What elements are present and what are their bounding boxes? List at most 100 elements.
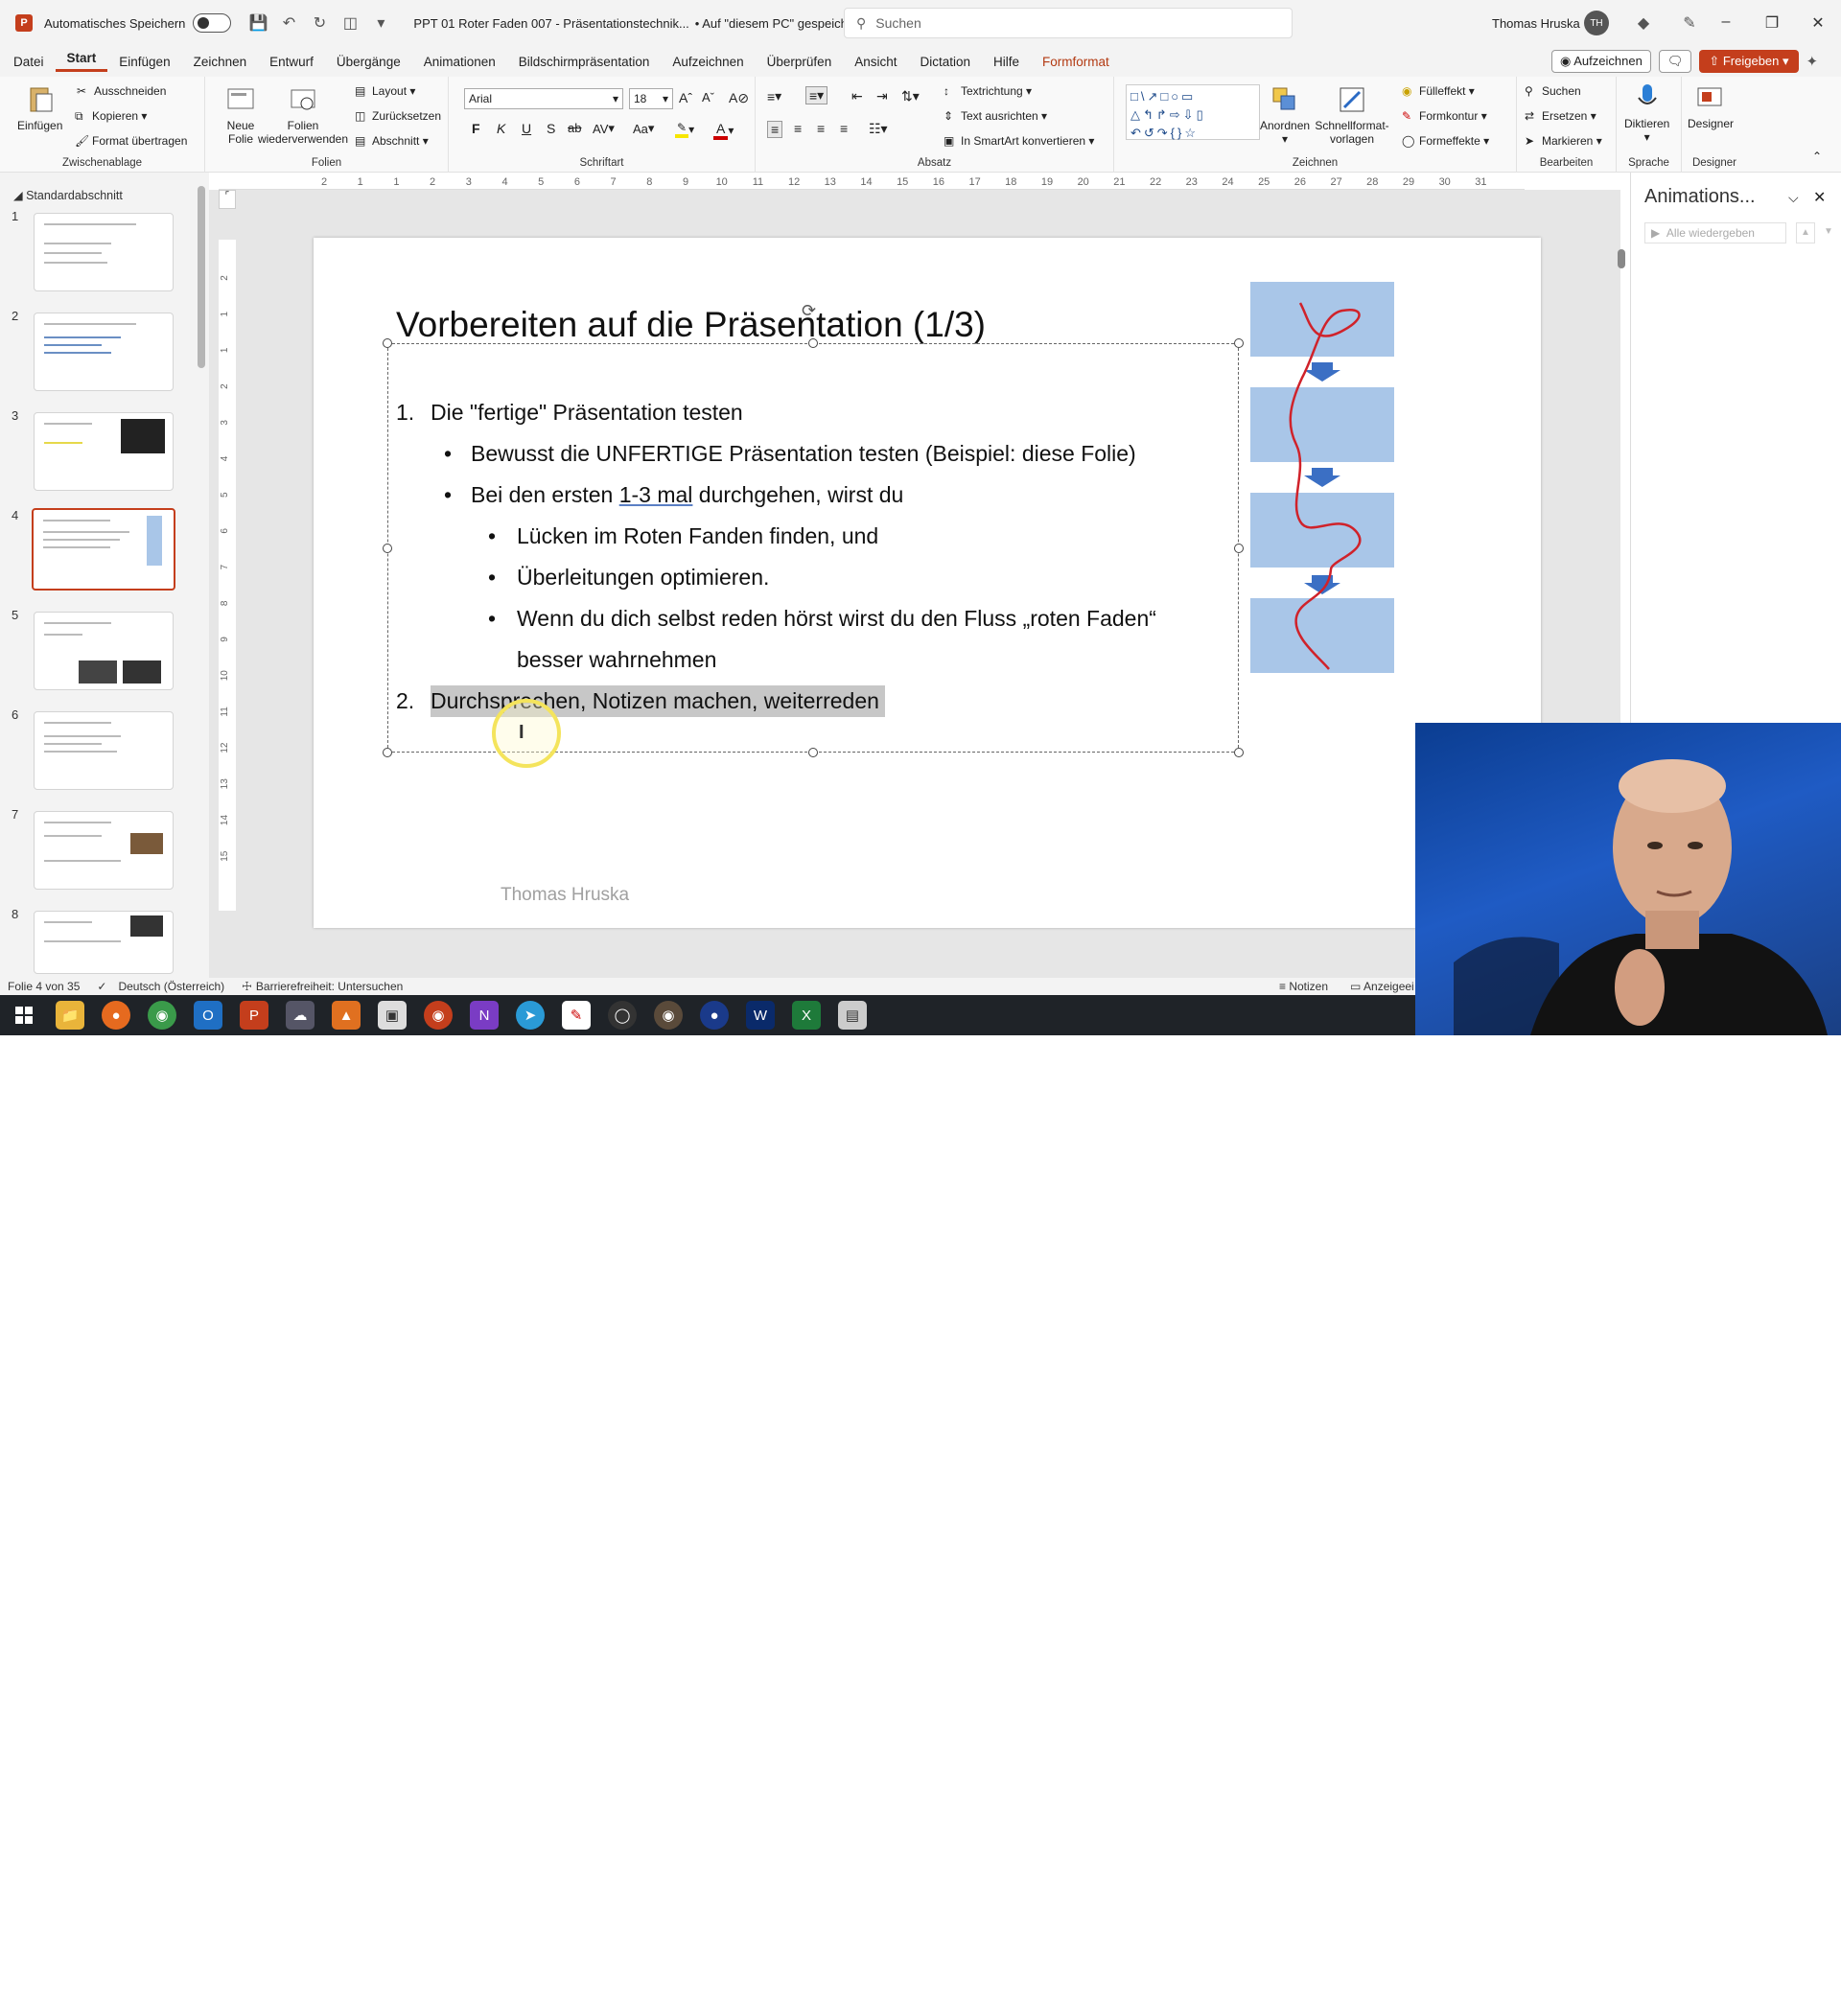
- vertical-ruler[interactable]: 2 1 1 2 3 4 5 6 7 8 9 10 11 12 13 14 15: [219, 240, 236, 911]
- slide-title[interactable]: Vorbereiten auf die Präsentation (1/3): [396, 305, 986, 345]
- tab-ansicht[interactable]: Ansicht: [843, 55, 908, 69]
- shape-fill-button[interactable]: ◉ Fülleffekt ▾: [1402, 84, 1475, 98]
- display-settings-button[interactable]: ▭ Anzeigeei: [1350, 980, 1414, 993]
- resize-handle[interactable]: [1234, 544, 1244, 553]
- slide-thumbnail[interactable]: [34, 911, 174, 974]
- bullets-button[interactable]: ≡ ▾: [767, 88, 781, 104]
- designer-button[interactable]: Designer: [1688, 82, 1734, 130]
- list-item-continuation[interactable]: besser wahrnehmen: [517, 647, 716, 673]
- spellcheck-icon[interactable]: ✓: [97, 980, 106, 993]
- app-icon[interactable]: ▤: [838, 1001, 867, 1030]
- undo-icon[interactable]: ↶: [277, 12, 300, 35]
- cut-button[interactable]: ✂ Ausschneiden: [77, 84, 166, 98]
- app-icon[interactable]: ✎: [562, 1001, 591, 1030]
- excel-icon[interactable]: X: [792, 1001, 821, 1030]
- tab-einfuegen[interactable]: Einfügen: [107, 55, 181, 69]
- tab-entwurf[interactable]: Entwurf: [258, 55, 325, 69]
- slide-counter[interactable]: Folie 4 von 35: [8, 980, 80, 993]
- chrome-icon[interactable]: ◉: [148, 1001, 176, 1030]
- grow-font-button[interactable]: Aˆ: [679, 90, 692, 105]
- slide-thumbnail[interactable]: [34, 711, 174, 790]
- slide-footer[interactable]: Thomas Hruska: [501, 885, 629, 906]
- reset-button[interactable]: ◫ Zurücksetzen: [355, 109, 441, 123]
- char-spacing-button[interactable]: AV ▾: [593, 121, 615, 136]
- share-button[interactable]: ⇧ Freigeben ▾: [1699, 50, 1799, 73]
- change-case-button[interactable]: Aa ▾: [633, 121, 654, 136]
- quick-styles-button[interactable]: Schnellformat-vorlagen: [1315, 84, 1389, 146]
- autosave-toggle[interactable]: [193, 13, 232, 33]
- tab-zeichnen[interactable]: Zeichnen: [182, 55, 259, 69]
- shadow-button[interactable]: S: [547, 121, 555, 136]
- windows-start-icon[interactable]: [10, 1001, 38, 1030]
- reuse-slides-button[interactable]: Folien wiederverwenden: [255, 84, 351, 146]
- resize-handle[interactable]: [808, 748, 818, 757]
- tab-uebergaenge[interactable]: Übergänge: [325, 55, 412, 69]
- section-button[interactable]: ▤ Abschnitt ▾: [355, 134, 429, 148]
- list-item[interactable]: Bei den ersten 1-3 mal durchgehen, wirst…: [471, 482, 903, 508]
- align-right-button[interactable]: ≡: [817, 121, 825, 136]
- layout-button[interactable]: ▤ Layout ▾: [355, 84, 415, 98]
- play-all-button[interactable]: ▶ Alle wiedergeben: [1644, 222, 1786, 243]
- powerpoint-taskbar-icon[interactable]: P: [240, 1001, 268, 1030]
- list-item[interactable]: Wenn du dich selbst reden hörst wirst du…: [517, 606, 1156, 632]
- copilot-icon[interactable]: ✦: [1806, 53, 1819, 70]
- move-down-icon[interactable]: ▼: [1819, 222, 1838, 243]
- app-icon[interactable]: ☁: [286, 1001, 315, 1030]
- tab-animationen[interactable]: Animationen: [412, 55, 507, 69]
- avatar[interactable]: TH: [1584, 11, 1609, 35]
- saved-status[interactable]: • Auf "diesem PC" gespeichert: [695, 16, 862, 31]
- file-explorer-icon[interactable]: 📁: [56, 1001, 84, 1030]
- outlook-icon[interactable]: O: [194, 1001, 222, 1030]
- slide-thumbnail[interactable]: [34, 313, 174, 391]
- pen-icon[interactable]: ✎: [1678, 12, 1701, 35]
- increase-indent-button[interactable]: ⇥: [876, 88, 888, 104]
- onenote-icon[interactable]: N: [470, 1001, 499, 1030]
- diamond-icon[interactable]: ◆: [1632, 12, 1655, 35]
- minimize-button[interactable]: –: [1703, 13, 1749, 33]
- tab-start[interactable]: Start: [55, 51, 108, 72]
- slide-thumbnail[interactable]: [34, 412, 174, 491]
- highlight-color-button[interactable]: ✎ ▾: [675, 121, 694, 138]
- tab-dictation[interactable]: Dictation: [908, 55, 982, 69]
- pane-options-icon[interactable]: ⌵: [1788, 190, 1799, 206]
- tab-datei[interactable]: Datei: [2, 55, 56, 69]
- align-left-button[interactable]: ≡: [767, 121, 783, 138]
- section-header[interactable]: ◢ Standardabschnitt: [13, 188, 123, 202]
- format-painter-button[interactable]: 🖌 Format übertragen: [75, 134, 187, 148]
- slide-thumbnail[interactable]: [34, 811, 174, 890]
- present-icon[interactable]: ◫: [338, 12, 361, 35]
- tab-aufzeichnen[interactable]: Aufzeichnen: [661, 55, 755, 69]
- shape-effects-button[interactable]: ◯ Formeffekte ▾: [1402, 134, 1489, 148]
- telegram-icon[interactable]: ➤: [516, 1001, 545, 1030]
- weather-widget[interactable]: ☁ 17°: [1365, 2000, 1403, 2016]
- line-spacing-button[interactable]: ⇅▾: [901, 88, 920, 104]
- spelling-marked-text[interactable]: 1-3 mal: [619, 482, 693, 507]
- copy-button[interactable]: ⧉ Kopieren ▾: [75, 109, 147, 123]
- decrease-indent-button[interactable]: ⇤: [851, 88, 863, 104]
- align-center-button[interactable]: ≡: [794, 121, 802, 136]
- underline-button[interactable]: U: [522, 121, 531, 136]
- font-size-select[interactable]: 18 ▾: [629, 88, 673, 109]
- accessibility-icon[interactable]: ☩: [242, 980, 252, 993]
- tab-stop-selector[interactable]: ⌜: [219, 190, 236, 209]
- list-item[interactable]: Die "fertige" Präsentation testen: [431, 400, 743, 426]
- horizontal-ruler[interactable]: 2 1 1 2 3 4 5 6 7 8 9 10 11 12 13 14 15 16 17 18 19 20 21 22 23 2…: [219, 173, 1525, 190]
- app-icon[interactable]: ●: [700, 1001, 729, 1030]
- list-item[interactable]: Lücken im Roten Fanden finden, und: [517, 523, 878, 549]
- find-button[interactable]: ⚲ Suchen: [1525, 84, 1581, 98]
- tab-bildschirmpraesentation[interactable]: Bildschirmpräsentation: [507, 55, 662, 69]
- word-icon[interactable]: W: [746, 1001, 775, 1030]
- slide-thumbnail[interactable]: [34, 612, 174, 690]
- bold-button[interactable]: F: [472, 121, 480, 136]
- collapse-ribbon-icon[interactable]: ⌃: [1812, 150, 1822, 163]
- select-button[interactable]: ➤ Markieren ▾: [1525, 134, 1602, 148]
- smartart-button[interactable]: ▣ In SmartArt konvertieren ▾: [944, 134, 1094, 148]
- close-pane-icon[interactable]: ✕: [1813, 188, 1826, 207]
- recorder-icon[interactable]: ◉: [654, 1001, 683, 1030]
- list-item[interactable]: Überleitungen optimieren.: [517, 565, 769, 591]
- tab-formformat[interactable]: Formformat: [1031, 55, 1121, 69]
- resize-handle[interactable]: [383, 748, 392, 757]
- move-up-icon[interactable]: ▲: [1796, 222, 1815, 243]
- close-window-button[interactable]: ✕: [1795, 13, 1841, 33]
- shapes-gallery[interactable]: □\↗□○▭ △↰↱⇨⇩▯ ↶↺↷{}☆: [1126, 84, 1260, 140]
